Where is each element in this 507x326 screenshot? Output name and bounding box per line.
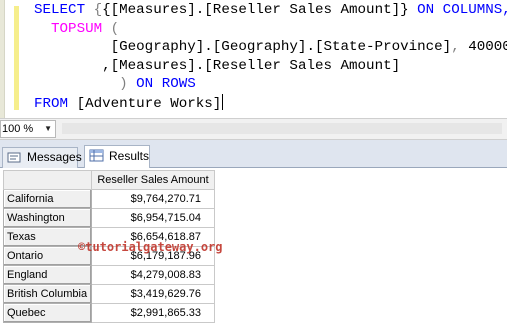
watermark: ©tutorialgateway.org xyxy=(78,240,223,254)
cell-value[interactable]: $2,991,865.33 xyxy=(91,303,215,323)
table-row[interactable]: Washington $6,954,715.04 xyxy=(3,208,215,228)
tab-results-label: Results xyxy=(109,149,150,163)
column-header[interactable]: Reseller Sales Amount xyxy=(91,170,215,190)
messages-icon xyxy=(7,152,21,163)
set-expression: [Geography].[Geography].[State-Province] xyxy=(110,39,452,56)
editor-status-bar: 100 % ▼ xyxy=(0,118,507,140)
keyword-select: SELECT xyxy=(34,2,94,18)
query-editor[interactable]: SELECT {{[Measures].[Reseller Sales Amou… xyxy=(0,0,507,118)
results-pane: Reseller Sales Amount California $9,764,2… xyxy=(0,168,507,326)
row-header[interactable]: England xyxy=(3,265,92,285)
change-marker xyxy=(14,6,19,110)
keyword-from: FROM xyxy=(34,95,77,112)
horizontal-scrollbar[interactable] xyxy=(62,123,502,134)
columns-set: {[Measures].[Reseller Sales Amount]} xyxy=(102,2,409,18)
grid-corner[interactable] xyxy=(3,170,92,190)
chevron-down-icon: ▼ xyxy=(44,124,52,133)
results-tab-bar: Messages Results xyxy=(0,140,507,168)
cell-value[interactable]: $9,764,270.71 xyxy=(91,189,215,209)
row-header[interactable]: California xyxy=(3,189,92,209)
row-header[interactable]: British Columbia xyxy=(3,284,92,304)
cell-value[interactable]: $6,954,715.04 xyxy=(91,208,215,228)
zoom-dropdown[interactable]: 100 % ▼ xyxy=(0,120,56,138)
code-text[interactable]: SELECT {{[Measures].[Reseller Sales Amou… xyxy=(34,1,507,114)
keyword-on-columns: ON COLUMNS, xyxy=(408,2,507,18)
table-row[interactable]: California $9,764,270.71 xyxy=(3,189,215,209)
row-header[interactable]: Washington xyxy=(3,208,92,228)
table-row[interactable]: Quebec $2,991,865.33 xyxy=(3,303,215,323)
cube-name: [Adventure Works] xyxy=(76,95,222,112)
editor-gutter xyxy=(0,0,5,118)
row-header[interactable]: Quebec xyxy=(3,303,92,323)
measure-expression: ,[Measures].[Reseller Sales Amount] xyxy=(102,57,401,74)
grid-icon xyxy=(89,149,104,162)
on-rows: ) ON ROWS xyxy=(119,76,196,93)
tab-results[interactable]: Results xyxy=(84,145,150,168)
tab-messages[interactable]: Messages xyxy=(2,147,82,168)
table-row[interactable]: British Columbia $3,419,629.76 xyxy=(3,284,215,304)
open-paren: ( xyxy=(102,20,120,37)
cell-value[interactable]: $3,419,629.76 xyxy=(91,284,215,304)
zoom-value: 100 % xyxy=(2,123,34,135)
function-topsum: TOPSUM xyxy=(51,20,103,37)
table-row[interactable]: England $4,279,008.83 xyxy=(3,265,215,285)
cell-value[interactable]: $4,279,008.83 xyxy=(91,265,215,285)
tab-messages-label: Messages xyxy=(27,150,82,164)
topsum-value: 40000000 xyxy=(468,39,507,56)
text-cursor xyxy=(222,93,224,110)
